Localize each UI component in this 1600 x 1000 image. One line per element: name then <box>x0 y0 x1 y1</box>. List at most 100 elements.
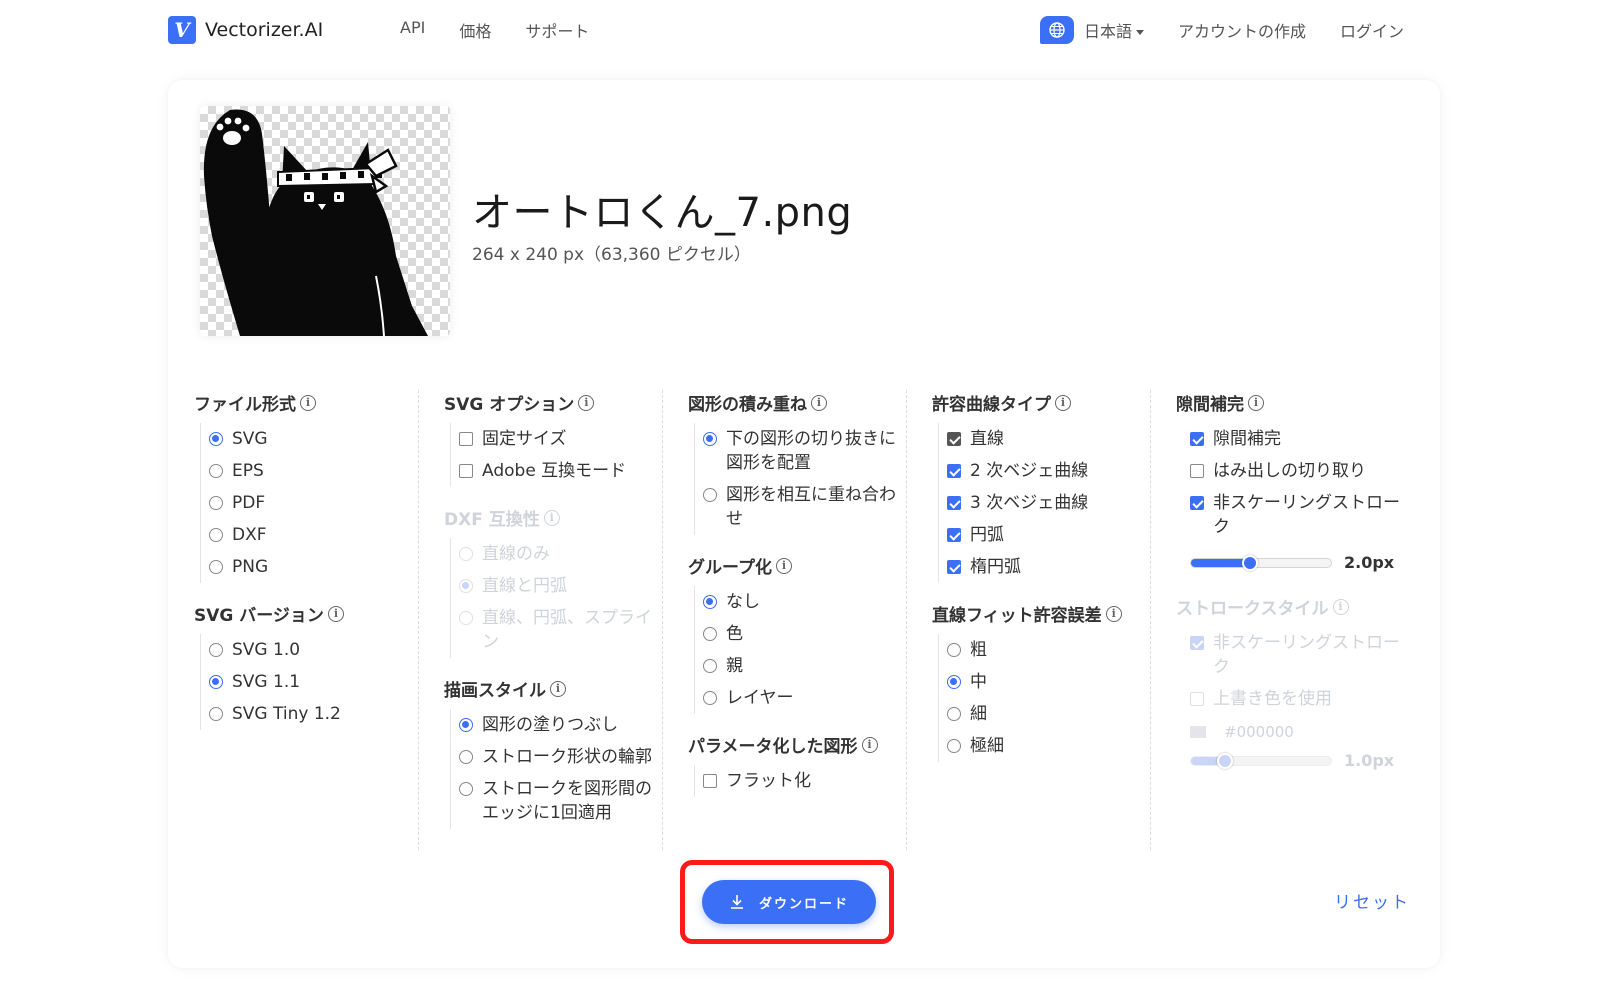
checkbox-fixed-size[interactable] <box>459 432 473 446</box>
group-none-option[interactable]: なし <box>703 586 912 618</box>
radio-fit-coarse[interactable] <box>947 643 961 657</box>
fit-fine-option[interactable]: 細 <box>947 698 1156 730</box>
language-selector[interactable]: 日本語 <box>1039 16 1144 44</box>
stroke-non-scaling-option: 非スケーリングストローク <box>1190 627 1406 683</box>
info-icon[interactable]: i <box>327 605 344 622</box>
stroke-style-options: 非スケーリングストローク 上書き色を使用 <box>1182 627 1406 715</box>
fit-coarse-option[interactable]: 粗 <box>947 634 1156 666</box>
checkbox-gap-fill[interactable] <box>1190 432 1204 446</box>
radio-pdf[interactable] <box>209 496 223 510</box>
curve-cubic-option[interactable]: 3 次ベジェ曲線 <box>947 487 1156 519</box>
download-button[interactable]: ダウンロード <box>702 880 876 924</box>
gap-width-slider-row: 2.0px <box>1190 543 1406 572</box>
checkbox-non-scaling-stroke[interactable] <box>1190 496 1204 510</box>
svg-1-0-option[interactable]: SVG 1.0 <box>209 634 404 666</box>
flatten-option[interactable]: フラット化 <box>703 765 912 797</box>
radio-svg-1-1[interactable] <box>209 675 223 689</box>
file-format-group: ファイル形式 i SVG EPS PDF DXF PNG <box>194 390 404 583</box>
radio-dxf[interactable] <box>209 528 223 542</box>
checkbox-quadratic[interactable] <box>947 464 961 478</box>
brand-logo[interactable]: V Vectorizer.AI <box>168 16 323 44</box>
radio-svg[interactable] <box>209 432 223 446</box>
curve-elliptic-option[interactable]: 楕円弧 <box>947 551 1156 583</box>
gap-width-slider[interactable] <box>1190 554 1332 571</box>
info-icon[interactable]: i <box>578 394 595 411</box>
info-icon[interactable]: i <box>861 736 878 753</box>
format-dxf-option[interactable]: DXF <box>209 519 404 551</box>
radio-stroke-outline[interactable] <box>459 750 473 764</box>
info-icon[interactable]: i <box>300 394 316 411</box>
login-link[interactable]: ログイン <box>1340 18 1404 42</box>
checkbox-arcs[interactable] <box>947 528 961 542</box>
svg-options-title: SVG オプション i <box>444 390 668 415</box>
result-card: オートロくん_7.png 264 x 240 px（63,360 ピクセル） フ… <box>168 80 1440 968</box>
clip-overflow-option[interactable]: はみ出しの切り取り <box>1190 455 1406 487</box>
fill-shapes-option[interactable]: 図形の塗りつぶし <box>459 709 668 741</box>
adobe-compat-option[interactable]: Adobe 互換モード <box>459 455 668 487</box>
info-icon[interactable]: i <box>1105 605 1122 622</box>
nav-link-support[interactable]: サポート <box>525 18 589 42</box>
top-nav: V Vectorizer.AI API 価格 サポート 日本語 アカウントの作成… <box>0 0 1600 56</box>
curve-quadratic-option[interactable]: 2 次ベジェ曲線 <box>947 455 1156 487</box>
radio-group-parent[interactable] <box>703 659 717 673</box>
draw-style-options: 図形の塗りつぶし ストローク形状の輪郭 ストロークを図形間のエッジに1回適用 <box>450 709 668 829</box>
nav-link-api[interactable]: API <box>400 18 425 42</box>
slider-handle[interactable] <box>1242 554 1258 571</box>
fixed-size-option[interactable]: 固定サイズ <box>459 423 668 455</box>
format-eps-option[interactable]: EPS <box>209 455 404 487</box>
checkbox-flatten[interactable] <box>703 774 717 788</box>
info-icon[interactable]: i <box>1055 394 1071 411</box>
svg-tiny-option[interactable]: SVG Tiny 1.2 <box>209 698 404 730</box>
info-icon[interactable]: i <box>811 394 827 411</box>
radio-group-color[interactable] <box>703 627 717 641</box>
format-png-option[interactable]: PNG <box>209 551 404 583</box>
stack-overlap-option[interactable]: 図形を相互に重ね合わせ <box>703 479 912 535</box>
radio-group-none[interactable] <box>703 595 717 609</box>
radio-stack-overlap[interactable] <box>703 488 717 502</box>
radio-fit-fine[interactable] <box>947 707 961 721</box>
stroke-edges-option[interactable]: ストロークを図形間のエッジに1回適用 <box>459 773 668 829</box>
format-pdf-option[interactable]: PDF <box>209 487 404 519</box>
group-color-option[interactable]: 色 <box>703 618 912 650</box>
group-layer-option[interactable]: レイヤー <box>703 682 912 714</box>
non-scaling-stroke-option[interactable]: 非スケーリングストローク <box>1190 487 1406 543</box>
stack-cutouts-option[interactable]: 下の図形の切り抜きに図形を配置 <box>703 423 912 479</box>
reset-link[interactable]: リセット <box>1334 888 1410 913</box>
format-svg-option[interactable]: SVG <box>209 423 404 455</box>
checkbox-elliptic[interactable] <box>947 560 961 574</box>
info-icon[interactable]: i <box>543 509 560 526</box>
info-icon[interactable]: i <box>550 680 566 697</box>
gap-fill-option[interactable]: 隙間補完 <box>1190 423 1406 455</box>
info-icon[interactable]: i <box>1248 394 1264 411</box>
options-column-2: SVG オプション i 固定サイズ Adobe 互換モード DXF 互換性 i 直線… <box>444 390 668 847</box>
curve-lines-option: 直線 <box>947 423 1156 455</box>
grouping-options: なし 色 親 レイヤー <box>694 586 912 714</box>
nav-link-pricing[interactable]: 価格 <box>459 18 491 42</box>
radio-fit-medium[interactable] <box>947 675 961 689</box>
radio-svg-tiny[interactable] <box>209 707 223 721</box>
checkbox-adobe-compat[interactable] <box>459 464 473 478</box>
radio-fill-shapes[interactable] <box>459 718 473 732</box>
fit-medium-option[interactable]: 中 <box>947 666 1156 698</box>
radio-svg-1-0[interactable] <box>209 643 223 657</box>
group-parent-option[interactable]: 親 <box>703 650 912 682</box>
checkbox-cubic[interactable] <box>947 496 961 510</box>
create-account-link[interactable]: アカウントの作成 <box>1178 18 1306 42</box>
radio-stroke-edges[interactable] <box>459 782 473 796</box>
fit-superfine-option[interactable]: 極細 <box>947 730 1156 762</box>
radio-png[interactable] <box>209 560 223 574</box>
parametric-options: フラット化 <box>694 765 912 797</box>
checkbox-clip-overflow[interactable] <box>1190 464 1204 478</box>
info-icon[interactable]: i <box>1332 598 1349 615</box>
radio-group-layer[interactable] <box>703 691 717 705</box>
radio-fit-superfine[interactable] <box>947 739 961 753</box>
stacking-options: 下の図形の切り抜きに図形を配置 図形を相互に重ね合わせ <box>694 423 912 535</box>
gap-filler-group: 隙間補完 i 隙間補完 はみ出しの切り取り 非スケーリングストローク 2.0px <box>1176 390 1406 572</box>
image-thumbnail <box>200 106 450 336</box>
stroke-outline-option[interactable]: ストローク形状の輪郭 <box>459 741 668 773</box>
curve-arcs-option[interactable]: 円弧 <box>947 519 1156 551</box>
info-icon[interactable]: i <box>775 557 792 574</box>
radio-eps[interactable] <box>209 464 223 478</box>
svg-1-1-option[interactable]: SVG 1.1 <box>209 666 404 698</box>
radio-stack-cutouts[interactable] <box>703 432 717 446</box>
